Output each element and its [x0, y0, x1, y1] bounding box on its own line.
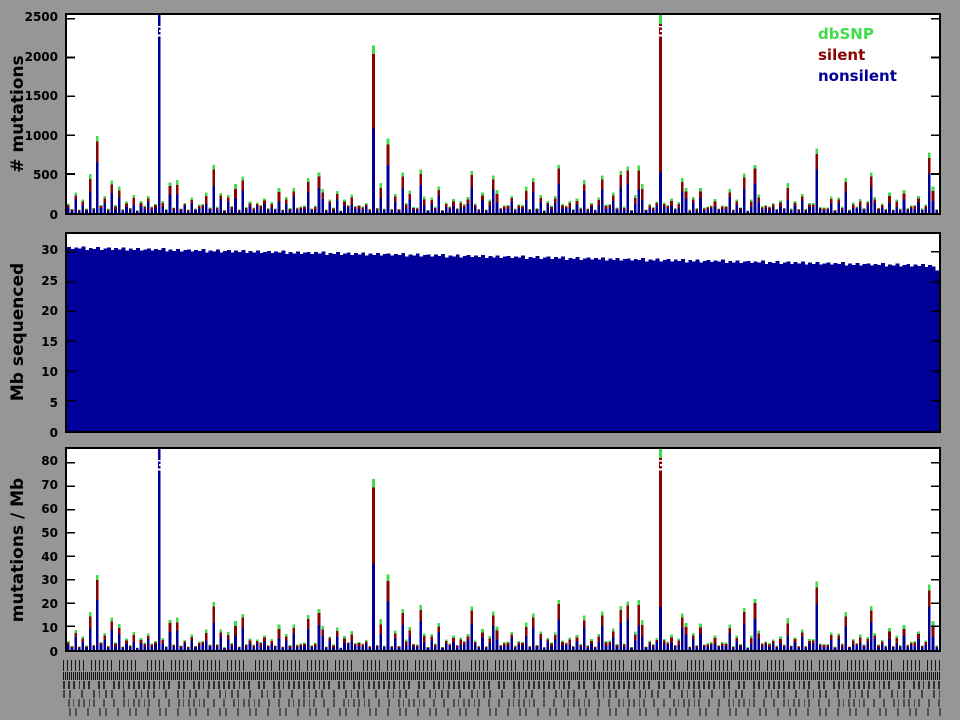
y-tick-label: 15: [41, 334, 58, 349]
y-tick-label: 1000: [24, 128, 58, 143]
y-tick-label: 30: [41, 573, 58, 588]
y-tick-label: 1500: [24, 89, 58, 104]
legend: dbSNP silent nonsilent: [818, 24, 897, 87]
y-tick-label: 10: [41, 365, 58, 380]
panel-mb-sequenced: [65, 232, 941, 433]
y-axis-title-mutations: # mutations: [8, 55, 28, 173]
y-tick-label: 10: [41, 621, 58, 636]
y-tick-label: 30: [41, 243, 58, 258]
sample-label-texture-row: [63, 699, 941, 707]
y-tick-label: 80: [41, 454, 58, 469]
panel-mutation-counts: [65, 13, 941, 215]
sample-label-texture-row: [63, 672, 941, 680]
sample-label-texture-row: [63, 681, 941, 689]
y-tick-label: 0: [49, 208, 58, 222]
rates-bars-svg: [67, 449, 939, 650]
sample-label-texture-row: [63, 660, 941, 671]
sample-label-texture-row: [63, 708, 941, 716]
legend-item-silent: silent: [818, 46, 866, 64]
x-axis-sample-labels: [63, 660, 941, 720]
sample-label-texture-row: [63, 690, 941, 698]
y-tick-label: 20: [41, 304, 58, 319]
y-tick-label: 2500: [24, 9, 58, 24]
y-tick-label: 40: [41, 549, 58, 564]
y-tick-label: 25: [41, 273, 58, 288]
legend-item-dbsnp: dbSNP: [818, 25, 874, 43]
legend-item-nonsilent: nonsilent: [818, 67, 897, 85]
y-tick-label: 50: [41, 525, 58, 540]
y-tick-label: 2000: [24, 49, 58, 64]
y-tick-label: 70: [41, 478, 58, 493]
coverage-bars-svg: [67, 246, 939, 431]
panel-mutation-rates: [65, 447, 941, 652]
y-tick-label: 5: [49, 395, 58, 410]
y-tick-label: 20: [41, 597, 58, 612]
y-tick-label: 60: [41, 501, 58, 516]
mutations-bars-svg: [67, 15, 939, 213]
y-tick-label: 500: [32, 168, 58, 183]
mutsig-figure: # mutations Mb sequenced mutations / Mb …: [0, 0, 960, 720]
y-tick-label: 0: [49, 426, 58, 440]
y-tick-label: 0: [49, 645, 58, 659]
